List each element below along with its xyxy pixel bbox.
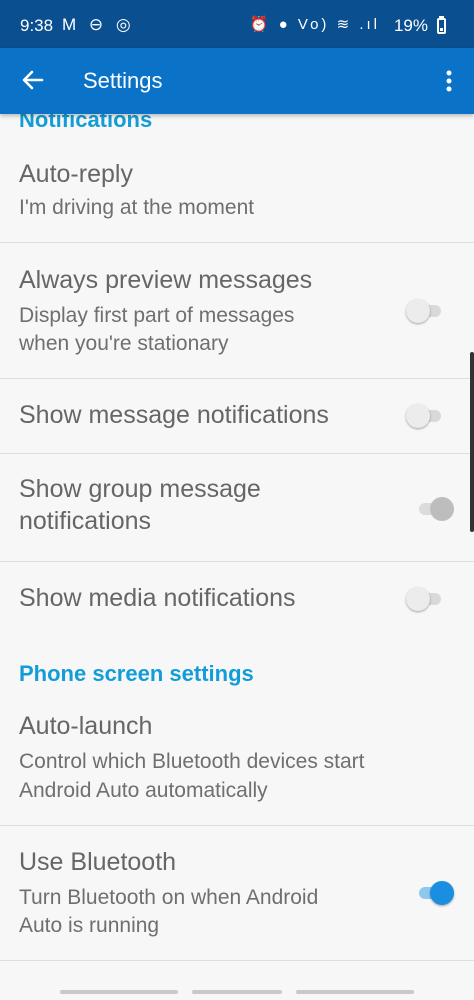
- setting-auto-reply[interactable]: Auto-reply I'm driving at the moment: [0, 142, 474, 242]
- back-button[interactable]: [14, 60, 54, 100]
- divider: [0, 960, 474, 961]
- more-options-button[interactable]: [434, 60, 464, 100]
- settings-list[interactable]: Notifications Auto-reply I'm driving at …: [0, 114, 474, 1000]
- status-bar: 9:38 M ⊖ ◎ ⏰ ● Vo) ≋ .ıl 19%: [0, 0, 474, 48]
- battery-percent: 19%: [393, 16, 428, 35]
- setting-title: Use Bluetooth: [19, 848, 177, 876]
- setting-subtitle-2: Android Auto automatically: [19, 779, 268, 802]
- notification-icons: M ⊖ ◎: [62, 15, 135, 34]
- setting-subtitle-2: Auto is running: [19, 914, 160, 937]
- nav-bar-hint: [192, 990, 282, 994]
- more-vert-icon: [446, 70, 452, 92]
- setting-title: Show message notifications: [19, 401, 329, 429]
- arrow-left-icon: [22, 70, 44, 90]
- setting-subtitle-2: when you're stationary: [19, 332, 229, 355]
- setting-title: Auto-launch: [19, 712, 153, 740]
- always-preview-toggle[interactable]: [406, 299, 444, 323]
- show-message-notifications-toggle[interactable]: [406, 404, 444, 428]
- setting-subtitle: I'm driving at the moment: [19, 196, 255, 219]
- setting-auto-launch[interactable]: Auto-launch Control which Bluetooth devi…: [0, 694, 474, 825]
- section-header-notifications: Notifications: [19, 114, 153, 132]
- setting-show-media-notifications[interactable]: Show media notifications: [0, 562, 474, 642]
- setting-title: Auto-reply: [19, 160, 133, 188]
- status-time: 9:38: [20, 16, 54, 35]
- setting-use-bluetooth[interactable]: Use Bluetooth Turn Bluetooth on when And…: [0, 826, 474, 960]
- setting-always-preview[interactable]: Always preview messages Display first pa…: [0, 243, 474, 378]
- setting-subtitle: Display first part of messages: [19, 304, 295, 327]
- setting-title-2: notifications: [19, 507, 152, 535]
- show-media-notifications-toggle[interactable]: [406, 587, 444, 611]
- system-status-icons: ⏰ ● Vo) ≋ .ıl: [249, 16, 380, 33]
- setting-title: Show media notifications: [19, 584, 296, 612]
- battery-icon: [437, 16, 446, 34]
- scrollbar[interactable]: [470, 352, 474, 532]
- nav-bar-hint: [60, 990, 178, 994]
- show-group-notifications-toggle[interactable]: [416, 497, 454, 521]
- use-bluetooth-toggle[interactable]: [416, 881, 454, 905]
- section-header-phone-screen: Phone screen settings: [19, 661, 254, 686]
- setting-show-message-notifications[interactable]: Show message notifications: [0, 379, 474, 453]
- page-title: Settings: [83, 68, 163, 93]
- setting-subtitle: Turn Bluetooth on when Android: [19, 886, 319, 909]
- setting-title: Always preview messages: [19, 266, 313, 294]
- setting-show-group-notifications[interactable]: Show group message notifications: [0, 454, 474, 561]
- setting-subtitle: Control which Bluetooth devices start: [19, 750, 365, 773]
- setting-title: Show group message: [19, 475, 261, 503]
- app-bar: Settings: [0, 48, 474, 114]
- nav-bar-hint: [296, 990, 414, 994]
